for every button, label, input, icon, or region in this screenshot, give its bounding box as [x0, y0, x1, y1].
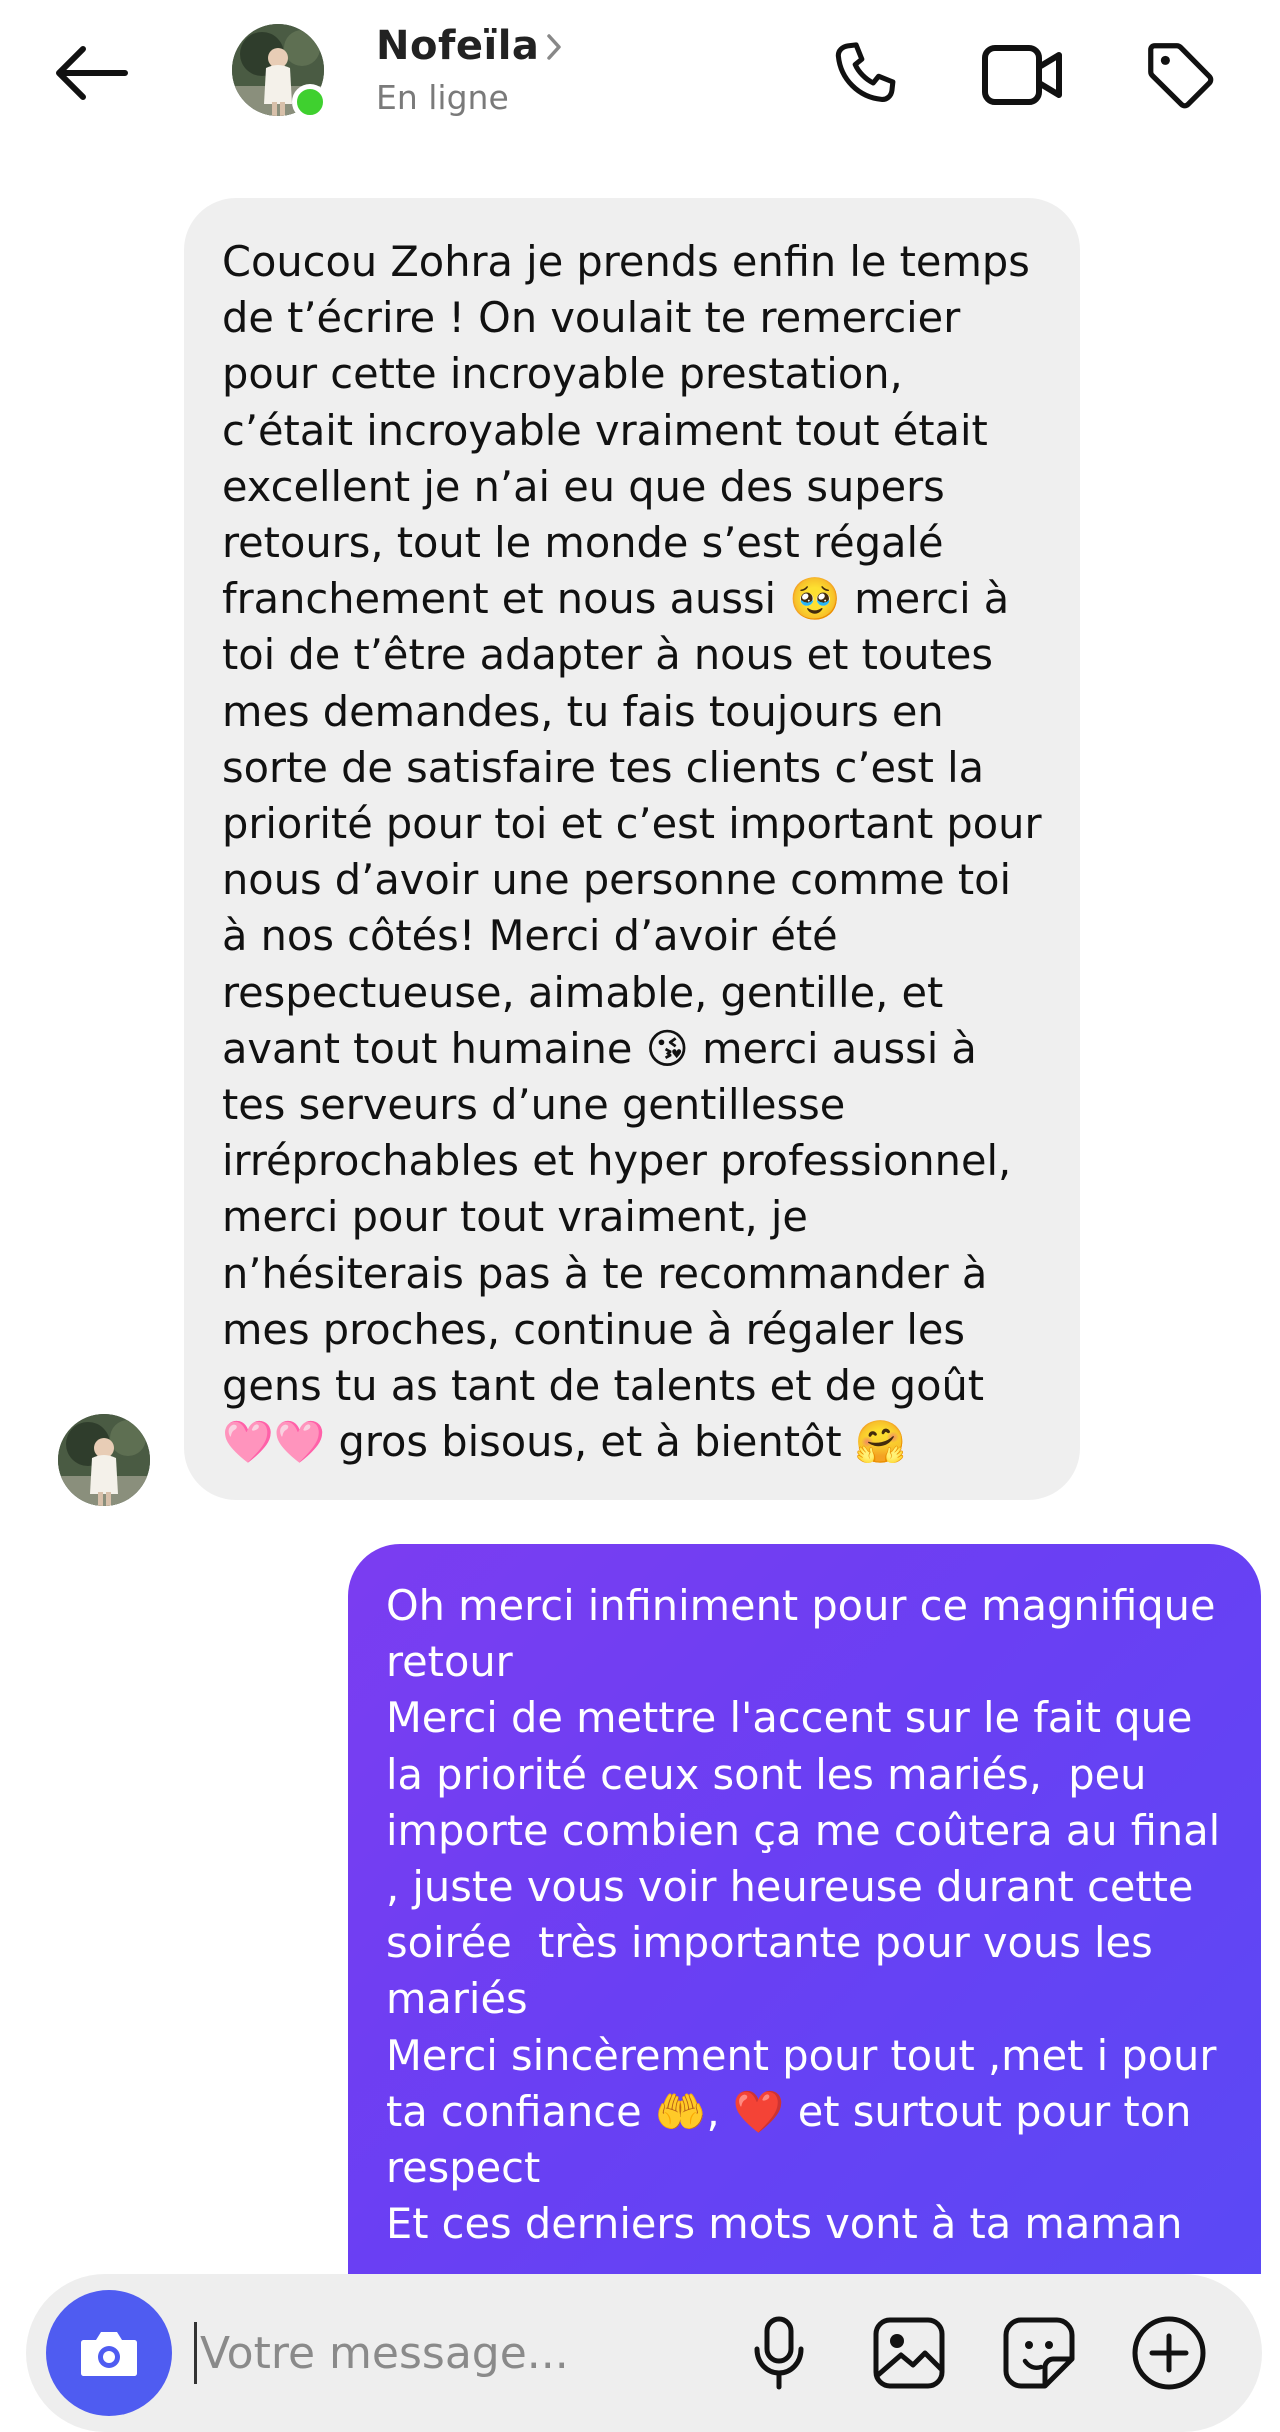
sender-avatar[interactable] — [58, 1414, 150, 1506]
chevron-right-icon — [545, 32, 563, 62]
tag-icon — [1141, 36, 1219, 114]
video-camera-icon — [981, 40, 1065, 110]
more-options-button[interactable] — [1126, 2310, 1212, 2396]
phone-icon — [827, 37, 903, 113]
camera-icon — [78, 2326, 140, 2380]
contact-name-row[interactable]: Nofeïla — [376, 18, 563, 74]
contact-name[interactable]: Nofeïla — [376, 23, 539, 69]
contact-status: En ligne — [376, 78, 509, 117]
online-status-dot — [292, 84, 328, 120]
message-composer — [26, 2274, 1262, 2432]
gallery-button[interactable] — [866, 2310, 952, 2396]
gallery-icon — [871, 2315, 947, 2391]
sticker-button[interactable] — [996, 2310, 1082, 2396]
voice-message-button[interactable] — [736, 2310, 822, 2396]
text-caret — [194, 2322, 197, 2384]
back-arrow-icon — [53, 45, 129, 101]
incoming-message-bubble[interactable]: Coucou Zohra je prends enfin le temps de… — [184, 198, 1080, 1500]
tag-button[interactable] — [1135, 30, 1225, 120]
contact-avatar[interactable] — [232, 24, 328, 120]
message-input[interactable] — [200, 2310, 720, 2396]
outgoing-message-bubble[interactable]: Oh merci infiniment pour ce magnifique r… — [348, 1544, 1261, 2274]
chat-header: Nofeïla En ligne — [0, 0, 1280, 150]
microphone-icon — [749, 2315, 809, 2391]
call-button[interactable] — [820, 30, 910, 120]
sticker-icon — [1001, 2315, 1077, 2391]
camera-button[interactable] — [46, 2290, 172, 2416]
video-call-button[interactable] — [978, 30, 1068, 120]
plus-circle-icon — [1130, 2314, 1208, 2392]
back-button[interactable] — [48, 30, 134, 116]
